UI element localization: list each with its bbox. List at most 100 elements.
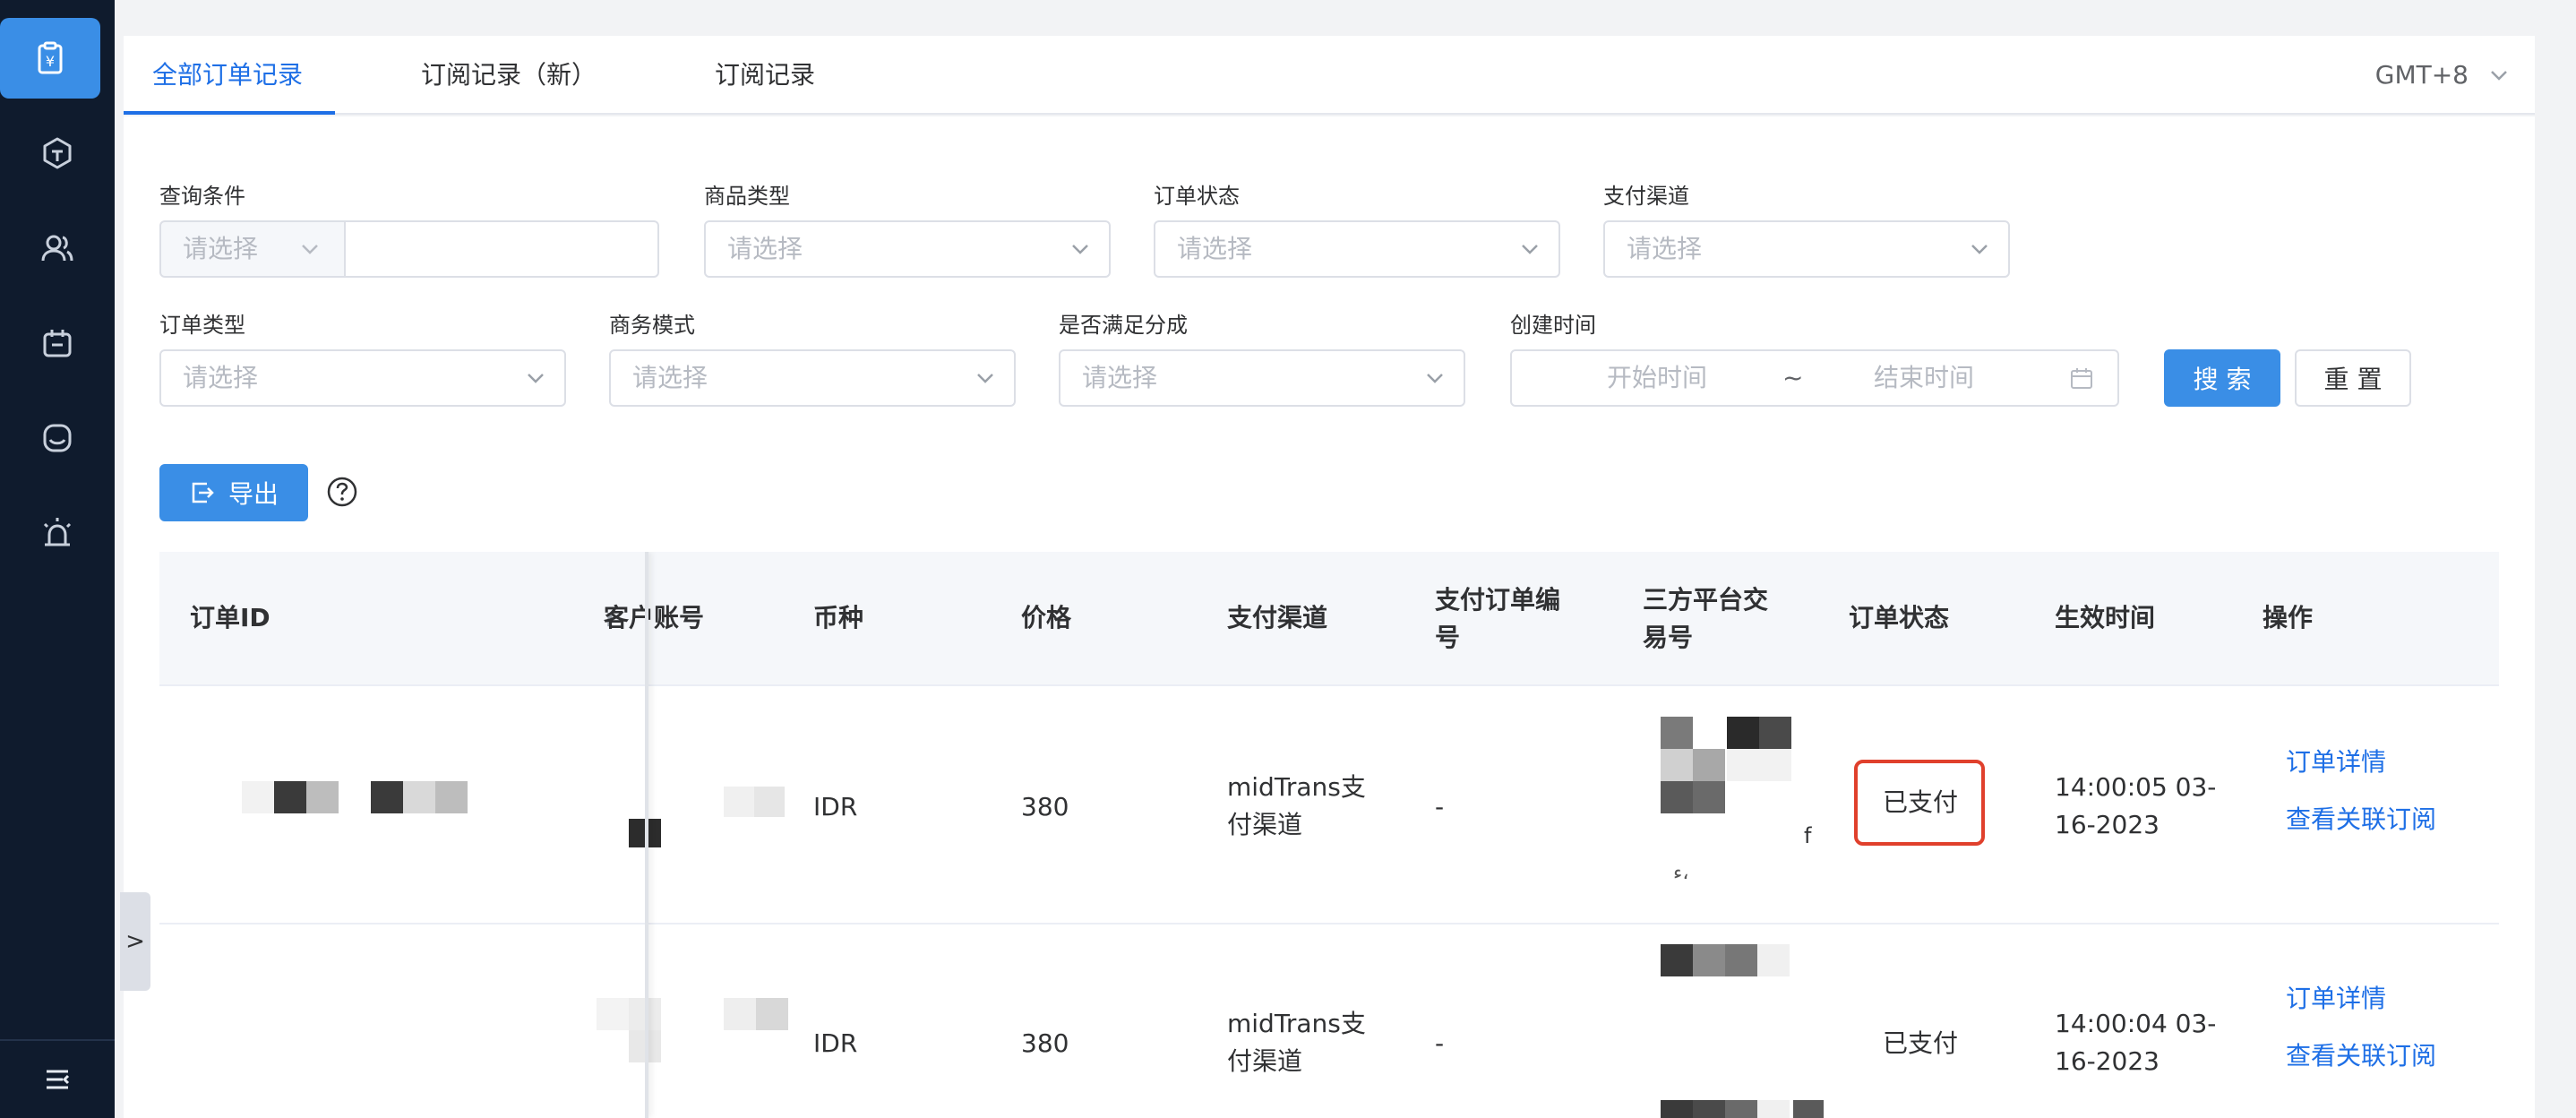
chevron-down-icon xyxy=(1971,245,1988,254)
sidebar-item-inbox[interactable] xyxy=(7,398,107,478)
business-mode-select[interactable]: 请选择 xyxy=(609,349,1016,407)
redacted-block xyxy=(1693,781,1725,813)
query-condition-input[interactable] xyxy=(344,220,659,278)
orders-table: 订单ID ı 客户账号 币种 价格 支付渠道 支付订单编 号 三方平台交 易号 … xyxy=(159,552,2499,1118)
cell-currency: IDR xyxy=(813,1028,858,1058)
related-subscription-link[interactable]: 查看关联订阅 xyxy=(2286,1037,2436,1075)
table-header: 订单ID ı 客户账号 币种 价格 支付渠道 支付订单编 号 三方平台交 易号 … xyxy=(159,552,2499,686)
orders-icon: ¥ xyxy=(38,41,63,74)
created-time-range[interactable]: 开始时间 ~ 结束时间 xyxy=(1510,349,2119,407)
query-condition-placeholder: 请选择 xyxy=(183,234,259,263)
query-condition-select[interactable]: 请选择 xyxy=(159,220,346,278)
help-icon[interactable] xyxy=(326,476,358,508)
sidebar-item-products[interactable] xyxy=(7,113,107,194)
filter-label-order-type: 订单类型 xyxy=(159,313,245,338)
split-satisfied-select[interactable]: 请选择 xyxy=(1059,349,1465,407)
redacted-block xyxy=(1725,1100,1757,1118)
sidebar-item-alerts[interactable] xyxy=(7,493,107,573)
payment-channel-placeholder: 请选择 xyxy=(1627,234,1703,263)
chevron-down-icon xyxy=(977,374,993,383)
start-time-placeholder: 开始时间 xyxy=(1607,363,1708,392)
redacted-block xyxy=(274,781,306,813)
cell-third-party-fragment2: ء، xyxy=(1673,862,1689,884)
redacted-block xyxy=(1757,1100,1790,1118)
filter-label-query: 查询条件 xyxy=(159,184,245,209)
timezone-select[interactable]: GMT+8 xyxy=(2375,36,2469,115)
col-channel: 支付渠道 xyxy=(1227,603,1328,632)
cell-effective-time-line2: 16-2023 xyxy=(2055,1046,2160,1076)
end-time-placeholder: 结束时间 xyxy=(1874,363,1975,392)
redacted-block xyxy=(242,781,274,813)
col-actions: 操作 xyxy=(2263,603,2314,632)
business-mode-placeholder: 请选择 xyxy=(632,363,708,392)
cell-channel-line2: 付渠道 xyxy=(1227,810,1303,839)
redacted-block xyxy=(1725,944,1757,976)
product-type-select[interactable]: 请选择 xyxy=(704,220,1111,278)
col-pay-no: 支付订单编 xyxy=(1435,585,1561,615)
redacted-block xyxy=(724,998,756,1030)
redacted-block xyxy=(371,781,403,813)
redacted-block xyxy=(724,787,754,817)
chevron-down-icon xyxy=(2491,71,2507,81)
redacted-block xyxy=(1759,717,1791,749)
redacted-block xyxy=(597,998,629,1030)
tab-subscriptions-new[interactable]: 订阅记录（新） xyxy=(421,36,597,115)
redacted-block xyxy=(1661,1100,1693,1118)
cell-price: 380 xyxy=(1021,1028,1069,1058)
order-detail-link[interactable]: 订单详情 xyxy=(2286,980,2386,1018)
related-subscription-link[interactable]: 查看关联订阅 xyxy=(2286,801,2436,838)
filter-label-created-time: 创建时间 xyxy=(1510,313,1596,338)
sidebar-item-orders[interactable]: ¥ xyxy=(0,18,100,99)
col-pay-no-line2: 号 xyxy=(1435,623,1461,652)
export-label: 导出 xyxy=(228,479,279,509)
expand-panel-handle[interactable]: > xyxy=(120,892,150,991)
col-third-party-no-line2: 易号 xyxy=(1643,623,1694,652)
col-price: 价格 xyxy=(1021,603,1072,632)
col-currency: 币种 xyxy=(813,603,864,632)
col-effective-time: 生效时间 xyxy=(2055,603,2156,632)
payment-channel-select[interactable]: 请选择 xyxy=(1603,220,2010,278)
redacted-block xyxy=(1727,749,1791,781)
split-satisfied-placeholder: 请选择 xyxy=(1082,363,1158,392)
order-status-select[interactable]: 请选择 xyxy=(1154,220,1560,278)
redacted-block xyxy=(1661,717,1693,749)
reset-button[interactable]: 重 置 xyxy=(2295,349,2411,407)
sidebar-item-devices[interactable] xyxy=(7,303,107,383)
alarm-icon xyxy=(43,518,72,546)
filter-label-payment-channel: 支付渠道 xyxy=(1603,184,1689,209)
chevron-down-icon xyxy=(1427,374,1443,383)
tab-subscriptions[interactable]: 订阅记录 xyxy=(715,36,815,115)
col-third-party-no: 三方平台交 xyxy=(1643,585,1769,615)
filter-label-product-type: 商品类型 xyxy=(704,184,790,209)
calendar-icon xyxy=(2071,368,2092,389)
redacted-block xyxy=(754,787,785,817)
tab-all-orders[interactable]: 全部订单记录 xyxy=(152,36,303,115)
col-status: 订单状态 xyxy=(1849,603,1950,632)
cell-pay-no: - xyxy=(1435,792,1445,821)
export-button[interactable]: 导出 xyxy=(159,464,308,521)
menu-collapse-icon xyxy=(47,1070,70,1089)
chevron-down-icon xyxy=(528,374,544,383)
cell-channel: midTrans支 xyxy=(1227,1009,1366,1038)
redacted-block xyxy=(1793,1100,1824,1118)
redacted-block xyxy=(756,998,788,1030)
redacted-block xyxy=(629,819,661,847)
cell-third-party-fragment: f xyxy=(1804,823,1812,848)
order-type-placeholder: 请选择 xyxy=(183,363,259,392)
sidebar-collapse-button[interactable] xyxy=(0,1039,115,1118)
sidebar-item-users[interactable] xyxy=(7,208,107,288)
redacted-block xyxy=(1693,944,1725,976)
filter-label-order-status: 订单状态 xyxy=(1154,184,1240,209)
redacted-block xyxy=(1661,944,1693,976)
cell-price: 380 xyxy=(1021,792,1069,821)
redacted-block xyxy=(1757,944,1790,976)
redacted-block xyxy=(435,781,468,813)
chevron-down-icon xyxy=(1522,245,1538,254)
order-type-select[interactable]: 请选择 xyxy=(159,349,566,407)
search-button[interactable]: 搜 索 xyxy=(2164,349,2280,407)
chevron-down-icon xyxy=(302,245,318,254)
cell-channel-line2: 付渠道 xyxy=(1227,1046,1303,1076)
package-icon xyxy=(43,137,72,169)
active-tab-indicator xyxy=(124,111,335,115)
order-detail-link[interactable]: 订单详情 xyxy=(2286,744,2386,781)
